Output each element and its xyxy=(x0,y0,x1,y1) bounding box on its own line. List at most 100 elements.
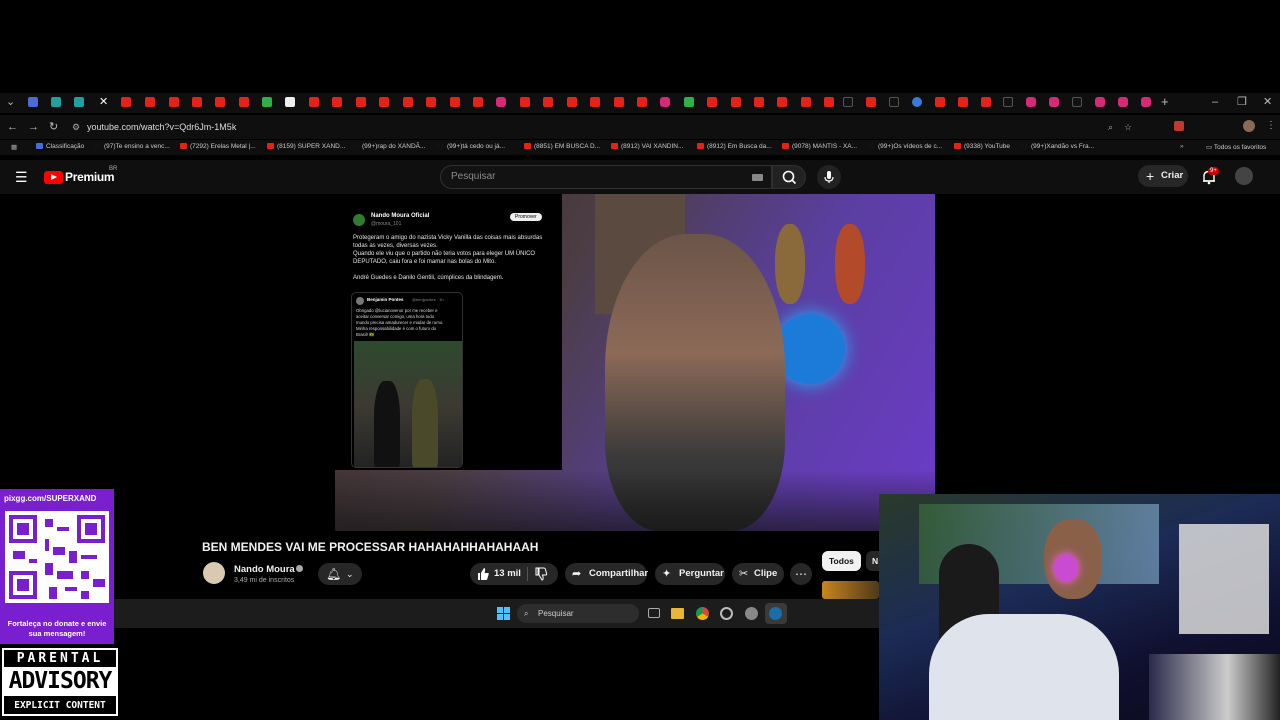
browser-tab[interactable] xyxy=(935,97,945,107)
bookmark-item[interactable]: (99+)tá cedo ou já... xyxy=(437,143,505,150)
browser-tab[interactable] xyxy=(843,97,853,107)
dislike-button[interactable] xyxy=(534,563,548,585)
like-button[interactable]: 13 mil xyxy=(476,563,521,585)
voice-search-button[interactable] xyxy=(817,165,841,189)
browser-tab[interactable] xyxy=(192,97,202,107)
filter-chip-next[interactable]: N xyxy=(866,551,879,571)
bookmark-item[interactable]: (8159) SUPER XAND... xyxy=(267,143,345,150)
browser-tab[interactable] xyxy=(239,97,249,107)
tab-list-icon[interactable]: ⌄ xyxy=(6,95,15,109)
browser-tab[interactable] xyxy=(824,97,834,107)
browser-tab[interactable] xyxy=(285,97,295,107)
browser-tab[interactable] xyxy=(145,97,155,107)
more-bookmarks-icon[interactable]: » xyxy=(1180,143,1184,150)
bookmark-item[interactable]: (8912) VAI XANDIN... xyxy=(611,143,683,150)
browser-tab[interactable] xyxy=(356,97,366,107)
bookmark-item[interactable]: (97)Te ensino a venc... xyxy=(94,143,170,150)
task-view-icon[interactable] xyxy=(648,608,660,618)
file-explorer-icon[interactable] xyxy=(671,608,684,619)
clip-button[interactable]: ✂ Clipe xyxy=(732,563,784,585)
browser-tab[interactable] xyxy=(731,97,741,107)
browser-tab[interactable] xyxy=(912,97,922,107)
browser-tab[interactable] xyxy=(958,97,968,107)
notifications-button[interactable]: 9+ xyxy=(1200,167,1219,186)
browser-tab[interactable] xyxy=(28,97,38,107)
search-input[interactable]: Pesquisar xyxy=(440,165,772,189)
browser-tab[interactable] xyxy=(332,97,342,107)
browser-tab[interactable] xyxy=(1095,97,1105,107)
video-player[interactable]: Nando Moura Oficial @moura_101 Promover … xyxy=(335,194,935,531)
browser-tab[interactable] xyxy=(684,97,694,107)
browser-tab[interactable] xyxy=(614,97,624,107)
account-avatar[interactable] xyxy=(1235,167,1253,185)
filter-chip-all[interactable]: Todos xyxy=(822,551,861,571)
browser-tab[interactable] xyxy=(169,97,179,107)
steam-app-active[interactable] xyxy=(765,603,787,624)
create-button[interactable]: + Criar xyxy=(1138,165,1188,187)
forward-icon[interactable]: → xyxy=(28,120,39,134)
bookmark-item[interactable]: (9338) YouTube xyxy=(954,143,1010,150)
browser-tab[interactable] xyxy=(1049,97,1059,107)
browser-tab[interactable] xyxy=(637,97,647,107)
address-bar[interactable]: ⚙ youtube.com/watch?v=Qdr6Jm-1M5k ⌕ ☆ xyxy=(66,118,1166,136)
channel-name[interactable]: Nando Moura xyxy=(234,564,295,575)
bookmark-item[interactable]: (99+)rap do XANDÃ... xyxy=(352,143,425,150)
close-tab-icon[interactable]: ✕ xyxy=(99,95,108,109)
browser-tab[interactable] xyxy=(660,97,670,107)
back-icon[interactable]: ← xyxy=(7,120,18,134)
bookmark-item[interactable]: (8851) EM BUSCA D... xyxy=(524,143,600,150)
channel-avatar[interactable] xyxy=(203,562,225,584)
browser-tab[interactable] xyxy=(590,97,600,107)
bookmark-item[interactable]: Classificação xyxy=(36,143,84,150)
browser-menu-icon[interactable]: ⋮ xyxy=(1266,120,1276,131)
bookmark-star-icon[interactable]: ☆ xyxy=(1124,118,1132,136)
maximize-icon[interactable]: ❐ xyxy=(1237,95,1247,109)
browser-tab[interactable] xyxy=(473,97,483,107)
chrome-icon[interactable] xyxy=(696,607,709,620)
browser-tab[interactable] xyxy=(754,97,764,107)
browser-tab[interactable] xyxy=(215,97,225,107)
browser-tab[interactable] xyxy=(1003,97,1013,107)
browser-tab[interactable] xyxy=(74,97,84,107)
browser-tab[interactable] xyxy=(262,97,272,107)
bookmark-item[interactable]: (99+)Xandão vs Fra... xyxy=(1021,143,1094,150)
recommended-thumbnail[interactable] xyxy=(822,581,879,599)
browser-tab[interactable] xyxy=(403,97,413,107)
apps-icon[interactable]: ▦ xyxy=(11,143,17,151)
taskbar-search[interactable]: ⌕ Pesquisar xyxy=(517,604,639,623)
profile-avatar[interactable] xyxy=(1243,120,1255,132)
more-actions-button[interactable]: ⋯ xyxy=(790,563,812,585)
windows-start-icon[interactable] xyxy=(497,607,510,620)
browser-tab[interactable] xyxy=(121,97,131,107)
browser-tab[interactable] xyxy=(889,97,899,107)
browser-tab[interactable] xyxy=(543,97,553,107)
browser-tab[interactable] xyxy=(1072,97,1082,107)
subscribed-bell-button[interactable]: 🔔︎ ⌄ xyxy=(318,563,362,585)
browser-tab[interactable] xyxy=(777,97,787,107)
extension-icon[interactable] xyxy=(1174,121,1184,131)
bookmark-item[interactable]: (99+)Os vídeos de c... xyxy=(868,143,942,150)
minimize-icon[interactable]: – xyxy=(1212,95,1218,109)
browser-tab[interactable] xyxy=(1141,97,1151,107)
browser-tab[interactable] xyxy=(496,97,506,107)
settings-icon[interactable] xyxy=(745,607,758,620)
all-bookmarks-folder[interactable]: ▭ Todos os favoritos xyxy=(1206,143,1266,151)
ask-button[interactable]: ✦ Perguntar xyxy=(655,563,725,585)
browser-tab[interactable] xyxy=(309,97,319,107)
browser-tab[interactable] xyxy=(426,97,436,107)
close-window-icon[interactable]: ✕ xyxy=(1263,95,1272,109)
keyboard-icon[interactable] xyxy=(752,174,763,181)
bookmark-item[interactable]: (9078) MANTIS - XA... xyxy=(782,143,857,150)
bookmark-item[interactable]: (8912) Em Busca da... xyxy=(697,143,772,150)
reload-icon[interactable]: ↻ xyxy=(49,120,58,134)
share-button[interactable]: ➦ Compartilhar xyxy=(565,563,648,585)
browser-tab[interactable] xyxy=(866,97,876,107)
browser-tab[interactable] xyxy=(520,97,530,107)
browser-tab[interactable] xyxy=(1118,97,1128,107)
browser-tab[interactable] xyxy=(1026,97,1036,107)
browser-tab[interactable] xyxy=(981,97,991,107)
zoom-icon[interactable]: ⌕ xyxy=(1108,118,1113,136)
browser-tab[interactable] xyxy=(51,97,61,107)
browser-tab[interactable] xyxy=(450,97,460,107)
bookmark-item[interactable]: (7292) Erelas Metal |... xyxy=(180,143,256,150)
